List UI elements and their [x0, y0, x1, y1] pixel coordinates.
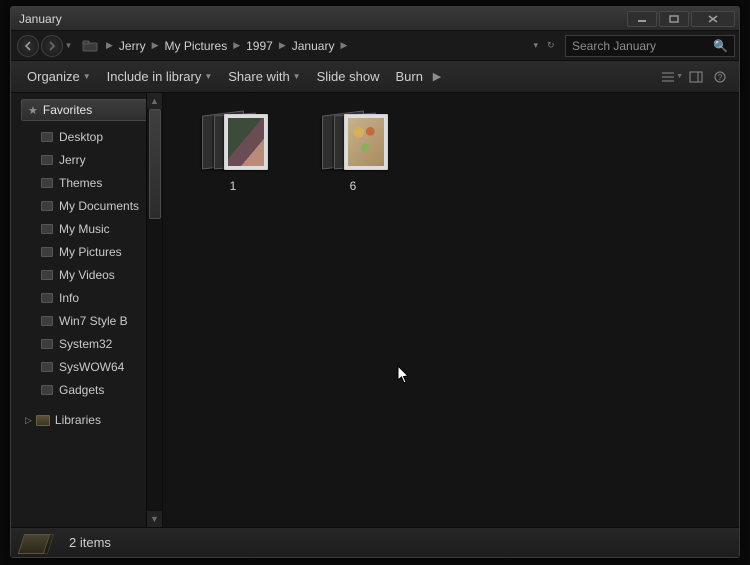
titlebar: January — [11, 7, 739, 31]
folder-icon — [41, 201, 53, 211]
scroll-down-button[interactable]: ▼ — [147, 511, 162, 527]
arrow-left-icon — [23, 41, 33, 51]
explorer-window: January ▼ ▶ Jerry ▶ My Pictures ▶ 199 — [10, 6, 740, 558]
folder-icon — [41, 247, 53, 257]
chevron-right-icon: ▶ — [277, 40, 288, 51]
breadcrumb-item[interactable]: January — [288, 39, 339, 53]
sidebar-item-themes[interactable]: Themes — [11, 171, 162, 194]
pane-icon — [689, 71, 703, 83]
folder-label: 1 — [230, 179, 237, 193]
chevron-right-icon: ▶ — [104, 40, 115, 51]
folder-icon — [41, 178, 53, 188]
breadcrumb-item[interactable]: My Pictures — [161, 39, 232, 53]
sidebar-item-info[interactable]: Info — [11, 286, 162, 309]
chevron-down-icon: ▼ — [676, 73, 683, 80]
close-icon — [708, 15, 718, 23]
folder-thumbnail — [198, 111, 268, 173]
maximize-button[interactable] — [659, 11, 689, 27]
folder-icon — [80, 36, 100, 56]
folder-icon — [41, 339, 53, 349]
chevron-right-icon: ▶ — [338, 40, 349, 51]
organize-menu[interactable]: Organize▼ — [19, 65, 99, 89]
preview-pane-button[interactable] — [685, 67, 707, 87]
star-icon: ★ — [28, 104, 38, 117]
history-dropdown[interactable]: ▼ — [63, 35, 74, 57]
toolbar: Organize▼ Include in library▼ Share with… — [11, 61, 739, 93]
chevron-right-icon: ▶ — [231, 40, 242, 51]
favorites-header[interactable]: ★ Favorites — [21, 99, 156, 121]
help-button[interactable]: ? — [709, 67, 731, 87]
search-icon: 🔍 — [713, 39, 728, 53]
sidebar-item-mypictures[interactable]: My Pictures — [11, 240, 162, 263]
sidebar-item-desktop[interactable]: Desktop — [11, 125, 162, 148]
breadcrumb-item[interactable]: 1997 — [242, 39, 277, 53]
close-button[interactable] — [691, 11, 735, 27]
svg-text:?: ? — [718, 73, 723, 82]
status-bar: 2 items — [11, 527, 739, 557]
arrow-right-icon — [47, 41, 57, 51]
folder-icon — [41, 316, 53, 326]
chevron-down-icon[interactable]: ▾ — [533, 40, 538, 51]
sidebar-item-mymusic[interactable]: My Music — [11, 217, 162, 240]
folder-icon — [41, 224, 53, 234]
sidebar-item-myvideos[interactable]: My Videos — [11, 263, 162, 286]
maximize-icon — [669, 15, 679, 23]
burn-button[interactable]: Burn — [387, 65, 430, 89]
folder-thumbnail — [318, 111, 388, 173]
sidebar-scrollbar[interactable]: ▲ ▼ — [146, 93, 162, 527]
help-icon: ? — [713, 71, 727, 83]
folder-icon — [19, 532, 59, 554]
libraries-icon — [36, 415, 50, 426]
back-button[interactable] — [17, 35, 39, 57]
folder-icon — [41, 155, 53, 165]
sidebar-item-jerry[interactable]: Jerry — [11, 148, 162, 171]
chevron-down-icon: ▼ — [293, 72, 301, 81]
chevron-down-icon: ▼ — [204, 72, 212, 81]
forward-button[interactable] — [41, 35, 63, 57]
window-title: January — [19, 12, 62, 26]
breadcrumb[interactable]: ▶ Jerry ▶ My Pictures ▶ 1997 ▶ January ▶ — [104, 35, 529, 57]
minimize-icon — [637, 15, 647, 23]
status-text: 2 items — [69, 535, 111, 550]
libraries-header[interactable]: ▷ Libraries — [11, 409, 162, 431]
view-icon — [661, 71, 674, 83]
folder-item[interactable]: 1 — [193, 111, 273, 193]
minimize-button[interactable] — [627, 11, 657, 27]
toolbar-overflow[interactable]: ▶ — [431, 70, 443, 83]
chevron-right-icon: ▷ — [25, 415, 32, 426]
folder-label: 6 — [350, 179, 357, 193]
scroll-up-button[interactable]: ▲ — [147, 93, 162, 109]
folder-icon — [41, 270, 53, 280]
include-in-library-menu[interactable]: Include in library▼ — [99, 65, 221, 89]
sidebar-item-system32[interactable]: System32 — [11, 332, 162, 355]
view-options-button[interactable]: ▼ — [661, 67, 683, 87]
sidebar-item-syswow64[interactable]: SysWOW64 — [11, 355, 162, 378]
chevron-down-icon: ▼ — [83, 72, 91, 81]
sidebar: ★ Favorites Desktop Jerry Themes My Docu… — [11, 93, 163, 527]
breadcrumb-item[interactable]: Jerry — [115, 39, 150, 53]
mouse-cursor-icon — [397, 365, 411, 385]
content-area[interactable]: 1 6 — [163, 93, 739, 527]
search-placeholder: Search January — [572, 39, 656, 53]
sidebar-item-gadgets[interactable]: Gadgets — [11, 378, 162, 401]
share-with-menu[interactable]: Share with▼ — [220, 65, 308, 89]
sidebar-item-mydocuments[interactable]: My Documents — [11, 194, 162, 217]
chevron-right-icon: ▶ — [150, 40, 161, 51]
refresh-button[interactable]: ↻ — [547, 40, 555, 51]
sidebar-item-win7styleb[interactable]: Win7 Style B — [11, 309, 162, 332]
folder-icon — [41, 293, 53, 303]
folder-icon — [41, 362, 53, 372]
slideshow-button[interactable]: Slide show — [309, 65, 388, 89]
folder-icon — [41, 132, 53, 142]
folder-item[interactable]: 6 — [313, 111, 393, 193]
folder-icon — [41, 385, 53, 395]
search-input[interactable]: Search January 🔍 — [565, 35, 735, 57]
nav-row: ▼ ▶ Jerry ▶ My Pictures ▶ 1997 ▶ January… — [11, 31, 739, 61]
scroll-thumb[interactable] — [149, 109, 161, 219]
